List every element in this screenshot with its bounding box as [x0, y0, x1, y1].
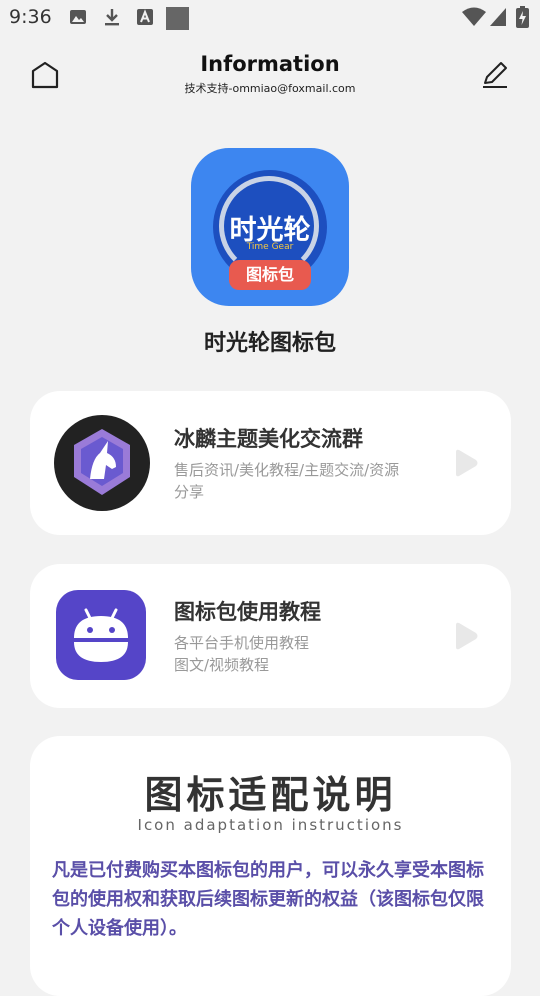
download-icon	[105, 9, 119, 26]
group-card[interactable]: 冰麟主题美化交流群 售后资讯/美化教程/主题交流/资源分享	[30, 391, 511, 535]
signal-icon	[490, 8, 506, 26]
group-card-desc: 售后资讯/美化教程/主题交流/资源分享	[174, 461, 400, 501]
rules-subtitle: Icon adaptation instructions	[137, 816, 404, 834]
edit-button[interactable]	[478, 58, 512, 92]
icon-tag: 图标包	[229, 260, 311, 290]
unicorn-icon	[74, 429, 130, 495]
page-title: Information	[200, 52, 340, 76]
unicorn-avatar	[54, 415, 150, 511]
status-bar: 9:36	[0, 0, 540, 38]
rules-card: 图标适配说明 Icon adaptation instructions 凡是已付…	[30, 736, 511, 996]
status-time: 9:36	[9, 6, 52, 28]
app-icon: 时光轮 Time Gear 图标包	[191, 148, 349, 306]
play-icon	[456, 449, 478, 477]
play-icon	[456, 622, 478, 650]
wifi-icon	[462, 7, 486, 26]
square-icon	[166, 7, 189, 30]
tutorial-card[interactable]: 图标包使用教程 各平台手机使用教程 图文/视频教程	[30, 564, 511, 708]
battery-icon	[516, 6, 529, 28]
font-icon	[137, 9, 153, 25]
rules-body: 凡是已付费购买本图标包的用户，可以永久享受本图标包的使用权和获取后续图标更新的权…	[52, 860, 484, 939]
android-avatar	[56, 590, 146, 680]
tutorial-card-desc-2: 图文/视频教程	[174, 656, 270, 674]
image-icon	[70, 10, 86, 24]
rules-title: 图标适配说明	[144, 773, 397, 817]
app-name: 时光轮图标包	[203, 331, 336, 356]
page-subtitle: 技术支持-ommiao@foxmail.com	[184, 82, 356, 95]
icon-subtext: Time Gear	[246, 242, 294, 252]
tutorial-card-title: 图标包使用教程	[174, 600, 321, 624]
tutorial-card-desc-1: 各平台手机使用教程	[174, 634, 310, 652]
android-icon	[74, 608, 128, 662]
pen-icon	[483, 62, 507, 88]
group-card-title: 冰麟主题美化交流群	[174, 427, 363, 451]
